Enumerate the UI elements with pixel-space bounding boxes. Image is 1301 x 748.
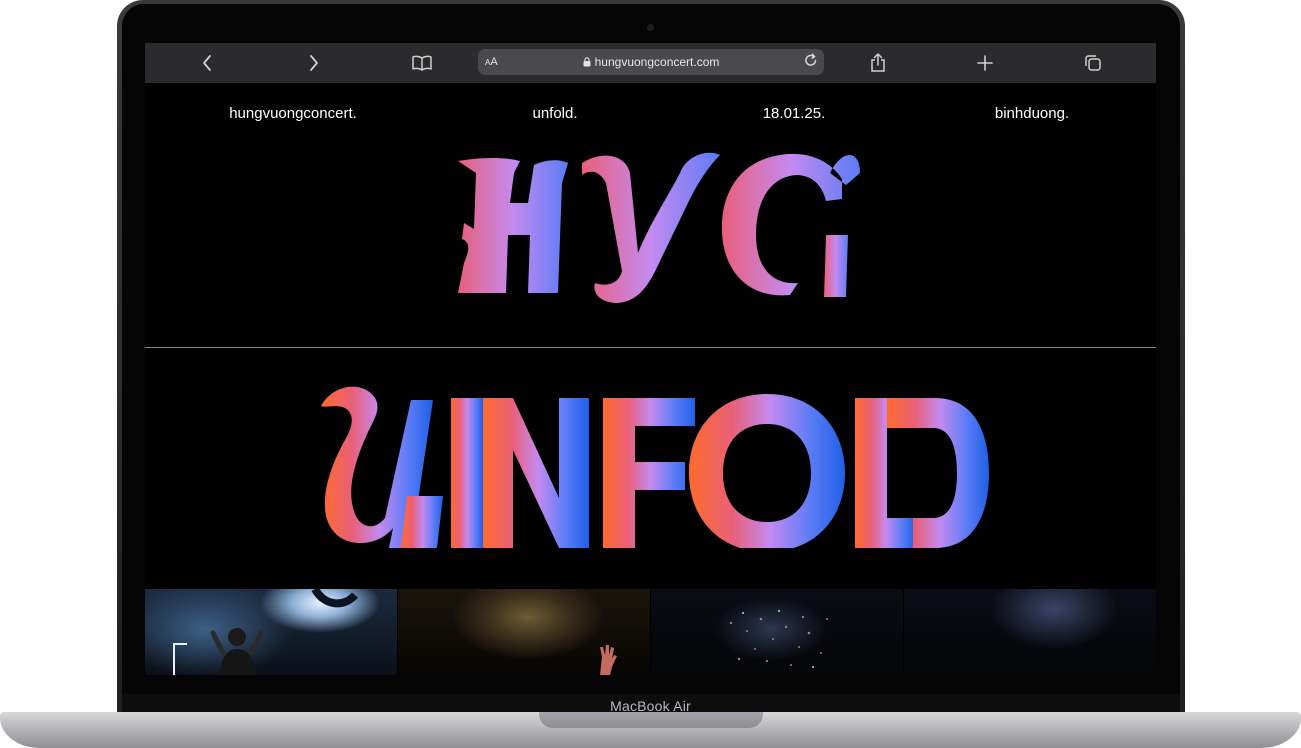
unfold-title-glyphs: [321, 386, 989, 548]
performer-figure: [210, 628, 264, 675]
bookmarks-icon[interactable]: [408, 49, 436, 77]
hvc-logo: [458, 152, 860, 303]
site-nav: hungvuongconcert. unfold. 18.01.25. binh…: [145, 83, 1156, 143]
gallery-image-confetti[interactable]: [651, 589, 903, 675]
confetti-sparkles: [729, 610, 828, 668]
unfold-title: [321, 386, 989, 548]
nav-item-unfold[interactable]: unfold.: [532, 105, 577, 122]
gallery-image-dark-stage[interactable]: [904, 589, 1156, 675]
gallery-image-singer[interactable]: [145, 589, 397, 675]
browser-toolbar: AA hungvuongconcert.com: [145, 43, 1156, 83]
laptop-opening-notch: [539, 712, 763, 728]
camera-icon: [647, 24, 654, 31]
nav-item-home[interactable]: hungvuongconcert.: [229, 105, 357, 122]
share-icon[interactable]: [864, 49, 892, 77]
nav-item-date[interactable]: 18.01.25.: [763, 105, 826, 122]
stage-light-bar: [173, 643, 187, 675]
section-divider: [145, 347, 1156, 348]
address-bar[interactable]: AA hungvuongconcert.com: [478, 49, 824, 75]
raised-hand-shape: [600, 645, 617, 675]
new-tab-icon[interactable]: [971, 49, 999, 77]
lock-icon: [583, 56, 591, 70]
photo-gallery: [145, 589, 1156, 675]
url-text: hungvuongconcert.com: [594, 55, 720, 69]
hvc-logo-glyphs: [458, 152, 860, 303]
back-icon[interactable]: [193, 49, 221, 77]
reload-icon[interactable]: [802, 52, 820, 75]
stage-light-shape: [311, 589, 359, 608]
forward-icon[interactable]: [300, 49, 328, 77]
tabs-overview-icon[interactable]: [1079, 49, 1107, 77]
browser-screen: AA hungvuongconcert.com hungvuongconcert…: [145, 43, 1156, 675]
laptop-mockup: AA hungvuongconcert.com hungvuongconcert…: [0, 0, 1301, 748]
nav-item-location[interactable]: binhduong.: [995, 105, 1069, 122]
gallery-image-smoke[interactable]: [398, 589, 650, 675]
